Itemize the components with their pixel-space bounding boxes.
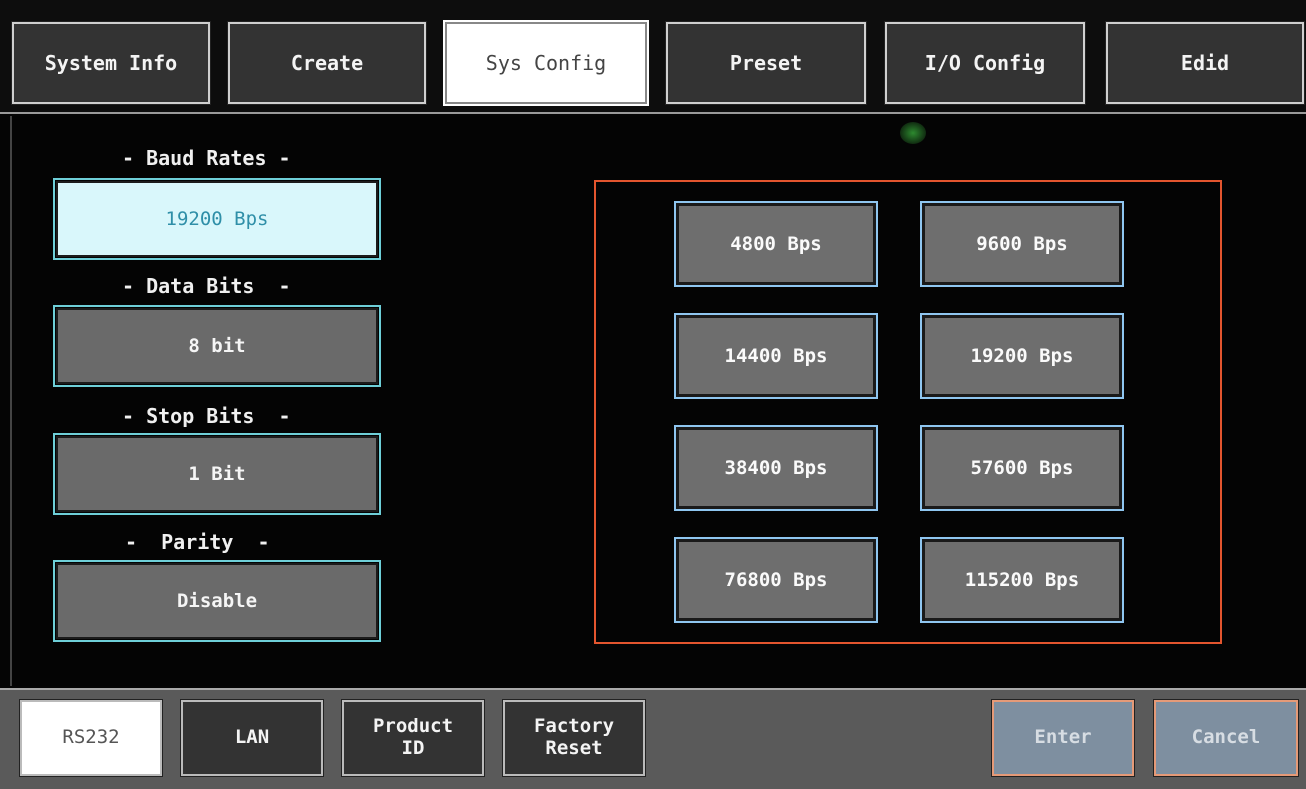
product-id-button[interactable]: Product ID — [341, 699, 485, 777]
baud-option-4800[interactable]: 4800 Bps — [674, 201, 878, 287]
baud-option-38400[interactable]: 38400 Bps — [674, 425, 878, 511]
tab-preset[interactable]: Preset — [665, 21, 867, 105]
baud-option-14400[interactable]: 14400 Bps — [674, 313, 878, 399]
tab-io-config[interactable]: I/O Config — [884, 21, 1086, 105]
baud-rates-label: - Baud Rates - — [122, 146, 291, 170]
data-bits-field[interactable]: 8 bit — [53, 305, 381, 387]
baud-option-57600[interactable]: 57600 Bps — [920, 425, 1124, 511]
tab-sys-config[interactable]: Sys Config — [443, 20, 649, 106]
baud-option-115200[interactable]: 115200 Bps — [920, 537, 1124, 623]
baud-option-9600[interactable]: 9600 Bps — [920, 201, 1124, 287]
data-bits-label: - Data Bits - — [122, 274, 291, 298]
lan-button[interactable]: LAN — [180, 699, 324, 777]
stop-bits-field[interactable]: 1 Bit — [53, 433, 381, 515]
cancel-button[interactable]: Cancel — [1153, 699, 1299, 777]
indicator-light — [900, 122, 926, 144]
tab-edid[interactable]: Edid — [1105, 21, 1305, 105]
parity-field[interactable]: Disable — [53, 560, 381, 642]
stop-bits-label: - Stop Bits - — [122, 404, 291, 428]
tab-create[interactable]: Create — [227, 21, 427, 105]
factory-reset-button[interactable]: Factory Reset — [502, 699, 646, 777]
rs232-button[interactable]: RS232 — [19, 699, 163, 777]
parity-label: - Parity - — [125, 530, 270, 554]
baud-option-76800[interactable]: 76800 Bps — [674, 537, 878, 623]
enter-button[interactable]: Enter — [991, 699, 1135, 777]
baud-option-19200[interactable]: 19200 Bps — [920, 313, 1124, 399]
baud-rate-field[interactable]: 19200 Bps — [53, 178, 381, 260]
tab-system-info[interactable]: System Info — [11, 21, 211, 105]
